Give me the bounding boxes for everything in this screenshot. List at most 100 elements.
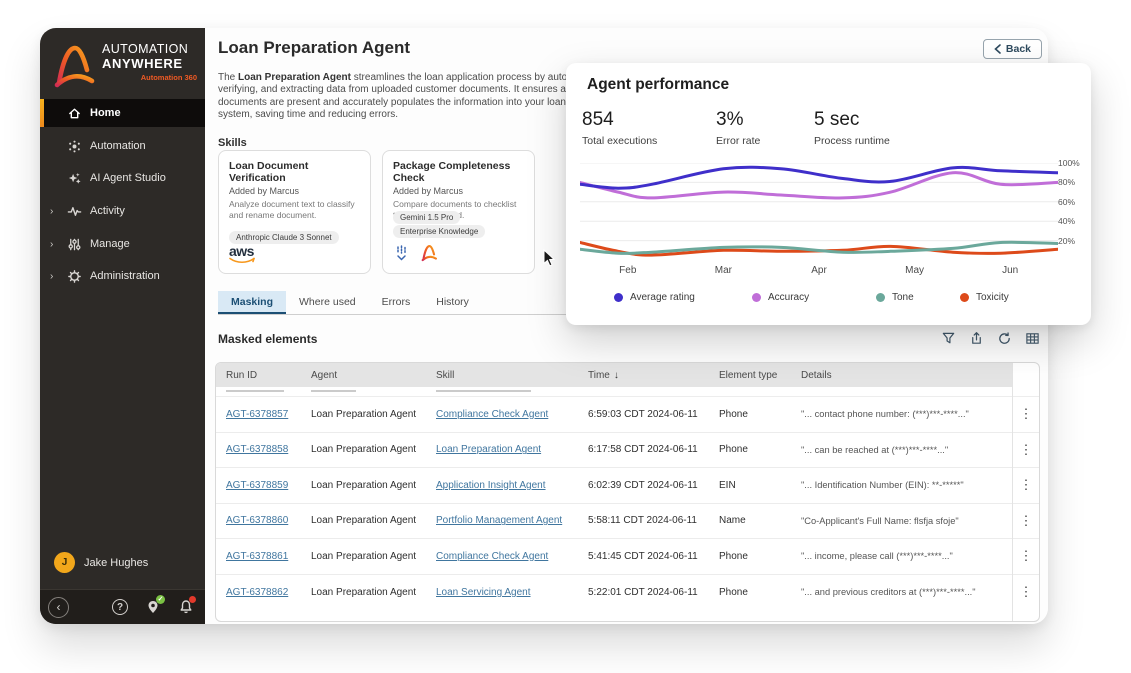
table-view-icon[interactable]	[1025, 331, 1040, 346]
sidebar-item-label: Activity	[90, 205, 125, 217]
export-icon[interactable]	[969, 331, 984, 346]
sidebar-item-automation[interactable]: Automation	[40, 132, 205, 160]
help-icon[interactable]: ?	[111, 598, 129, 616]
manage-icon	[66, 236, 82, 252]
row-kebab-icon[interactable]: ⋮	[1013, 513, 1039, 529]
sidebar-item-home[interactable]: Home	[40, 99, 205, 127]
time-cell: 6:59:03 CDT 2024-06-11	[588, 409, 719, 420]
column-header-details[interactable]: Details	[801, 363, 1013, 387]
skill-card-description: Analyze document text to classify and re…	[229, 199, 360, 220]
skill-card-package-completeness-check[interactable]: Package Completeness Check Added by Marc…	[382, 150, 535, 274]
legend-item-toxicity[interactable]: Toxicity	[960, 292, 1009, 303]
run-id-link[interactable]: AGT-6378861	[226, 551, 288, 562]
run-id-link[interactable]: AGT-6378857	[226, 409, 288, 420]
sidebar-item-ai-agent-studio[interactable]: AI Agent Studio	[40, 164, 205, 192]
run-id-link[interactable]: AGT-6378860	[226, 515, 288, 526]
sidebar: AUTOMATION ANYWHERE Automation 360 Home	[40, 28, 205, 624]
aa-logo-icon	[52, 40, 98, 90]
row-kebab-icon[interactable]: ⋮	[1013, 548, 1039, 564]
y-tick-label: 40%	[1058, 216, 1075, 226]
collapse-sidebar-button[interactable]: ‹	[48, 597, 69, 618]
logo-line1: AUTOMATION	[102, 42, 197, 56]
element-type-cell: Phone	[719, 409, 801, 420]
skill-link[interactable]: Compliance Check Agent	[436, 551, 548, 562]
y-tick-label: 80%	[1058, 177, 1075, 187]
stat-total-executions: 854 Total executions	[582, 109, 657, 147]
column-header-time[interactable]: Time↓	[588, 363, 719, 387]
y-tick-label: 20%	[1058, 236, 1075, 246]
chevron-right-icon: ›	[50, 271, 60, 282]
tab-history[interactable]: History	[423, 291, 482, 314]
x-tick-label: May	[898, 265, 932, 276]
ai-agent-studio-icon	[66, 170, 82, 186]
sidebar-item-manage[interactable]: › Manage	[40, 230, 205, 258]
refresh-icon[interactable]	[997, 331, 1012, 346]
skill-link[interactable]: Loan Servicing Agent	[436, 587, 531, 598]
tab-where-used[interactable]: Where used	[286, 291, 369, 314]
skill-card-loan-document-verification[interactable]: Loan Document Verification Added by Marc…	[218, 150, 371, 274]
mouse-cursor	[543, 249, 557, 268]
agent-cell: Loan Preparation Agent	[311, 444, 436, 455]
stat-process-runtime: 5 sec Process runtime	[814, 109, 890, 147]
skill-link[interactable]: Compliance Check Agent	[436, 409, 548, 420]
run-id-link[interactable]: AGT-6378858	[226, 444, 288, 455]
legend-item-accuracy[interactable]: Accuracy	[752, 292, 809, 303]
y-tick-label: 60%	[1058, 197, 1075, 207]
skill-link[interactable]: Loan Preparation Agent	[436, 444, 541, 455]
user-profile[interactable]: J Jake Hughes	[54, 552, 148, 573]
row-kebab-icon[interactable]: ⋮	[1013, 406, 1039, 422]
filter-icon[interactable]	[941, 331, 956, 346]
legend-dot-icon	[960, 293, 969, 302]
aa-logo-small-icon	[420, 243, 439, 262]
legend-item-average-rating[interactable]: Average rating	[614, 292, 695, 303]
home-icon	[66, 105, 82, 121]
table-row: AGT-6378862 Loan Preparation Agent Loan …	[216, 575, 1039, 611]
chart-x-labels: FebMarAprMayJun	[566, 265, 1091, 277]
page-title: Loan Preparation Agent	[218, 38, 410, 58]
legend-item-tone[interactable]: Tone	[876, 292, 914, 303]
column-header-skill[interactable]: Skill	[436, 363, 588, 387]
time-cell: 5:58:11 CDT 2024-06-11	[588, 515, 719, 526]
sidebar-item-activity[interactable]: › Activity	[40, 197, 205, 225]
column-header-agent[interactable]: Agent	[311, 363, 436, 387]
agent-cell: Loan Preparation Agent	[311, 515, 436, 526]
kebab-column-divider	[1012, 363, 1013, 621]
model-tag: Gemini 1.5 Pro	[393, 211, 460, 224]
notifications-bell-icon[interactable]	[177, 598, 195, 616]
sidebar-item-label: Automation	[90, 140, 146, 152]
row-kebab-icon[interactable]: ⋮	[1013, 442, 1039, 458]
x-tick-label: Apr	[802, 265, 836, 276]
row-kebab-icon[interactable]: ⋮	[1013, 584, 1039, 600]
location-pin-icon[interactable]: ✓	[144, 598, 162, 616]
back-button[interactable]: Back	[983, 39, 1042, 59]
tab-errors[interactable]: Errors	[369, 291, 424, 314]
details-cell: "Co-Applicant's Full Name: flsfja sfoje"	[801, 516, 1013, 526]
data-ingest-icon	[393, 245, 410, 262]
row-kebab-icon[interactable]: ⋮	[1013, 477, 1039, 493]
legend-label: Toxicity	[976, 292, 1009, 303]
column-header-element-type[interactable]: Element type	[719, 363, 801, 387]
run-id-link[interactable]: AGT-6378859	[226, 480, 288, 491]
skill-card-added-by: Added by Marcus	[393, 186, 524, 196]
element-type-cell: Name	[719, 515, 801, 526]
table-row: AGT-6378860 Loan Preparation Agent Portf…	[216, 504, 1039, 540]
masked-elements-table: Run ID Agent Skill Time↓ Element type De…	[215, 362, 1040, 622]
skill-link[interactable]: Application Insight Agent	[436, 480, 546, 491]
table-row: AGT-6378857 Loan Preparation Agent Compl…	[216, 397, 1039, 433]
column-header-run-id[interactable]: Run ID	[226, 363, 311, 387]
clipped-table-row	[216, 387, 1039, 397]
administration-gear-icon	[66, 268, 82, 284]
details-cell: "... and previous creditors at (***)***-…	[801, 587, 1013, 597]
sidebar-item-label: Manage	[90, 238, 130, 250]
table-row: AGT-6378861 Loan Preparation Agent Compl…	[216, 539, 1039, 575]
table-row: AGT-6378859 Loan Preparation Agent Appli…	[216, 468, 1039, 504]
chevron-left-icon	[994, 44, 1001, 54]
skill-link[interactable]: Portfolio Management Agent	[436, 515, 562, 526]
sort-desc-icon: ↓	[614, 370, 619, 381]
sidebar-item-administration[interactable]: › Administration	[40, 262, 205, 290]
run-id-link[interactable]: AGT-6378862	[226, 587, 288, 598]
legend-label: Tone	[892, 292, 914, 303]
x-tick-label: Jun	[993, 265, 1027, 276]
tab-masking[interactable]: Masking	[218, 291, 286, 314]
details-cell: "... can be reached at (***)***-****..."	[801, 445, 1013, 455]
